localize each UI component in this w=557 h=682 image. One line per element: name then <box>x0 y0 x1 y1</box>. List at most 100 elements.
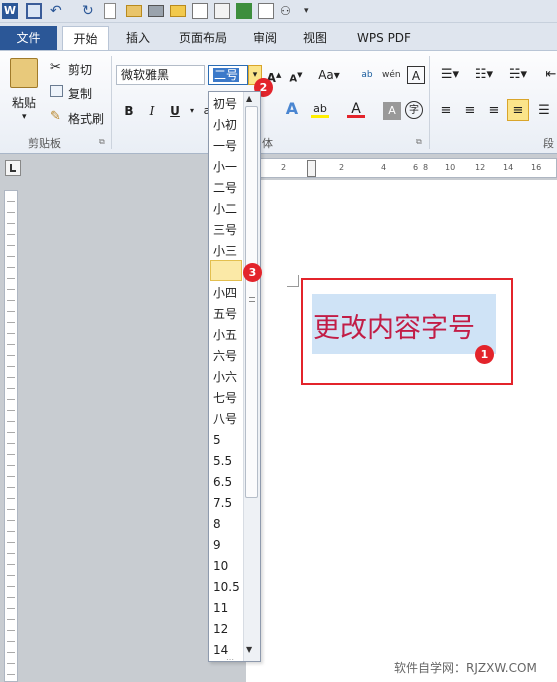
copy-icon[interactable] <box>50 85 63 97</box>
tab-review[interactable]: 审阅 <box>249 26 281 50</box>
font-size-option[interactable]: 小一 <box>213 157 246 177</box>
font-size-option[interactable]: 二号 <box>213 178 246 198</box>
align-center-icon[interactable]: ≡ <box>461 102 479 120</box>
clipboard-group-label: 剪贴板 <box>28 137 61 150</box>
font-size-option[interactable]: 7.5 <box>213 493 246 513</box>
ruler-tick: 6 <box>413 163 419 172</box>
font-size-option[interactable]: 6.5 <box>213 472 246 492</box>
font-size-option[interactable]: 小四 <box>213 283 246 303</box>
justify-icon[interactable]: ≡ <box>507 99 529 121</box>
italic-icon[interactable]: I <box>143 102 161 120</box>
horizontal-ruler[interactable]: 2 2 4 6 8 10 12 14 16 <box>246 158 557 178</box>
tab-insert[interactable]: 插入 <box>120 26 156 50</box>
character-shading-icon[interactable]: A <box>383 102 401 120</box>
tab-file[interactable]: 文件 <box>0 26 57 50</box>
print-preview-icon[interactable] <box>192 3 208 19</box>
font-size-option[interactable]: 11 <box>213 598 246 618</box>
spellcheck-icon[interactable] <box>236 3 252 19</box>
change-case-icon[interactable]: Aa▾ <box>316 66 342 84</box>
paste-dropdown-icon[interactable]: ▾ <box>22 112 27 122</box>
bullets-icon[interactable]: ☰▾ <box>437 66 463 84</box>
resize-grip-icon[interactable]: ⋯ <box>226 655 234 664</box>
highlight-color-icon[interactable]: ab <box>311 100 329 118</box>
scroll-down-icon[interactable]: ▼ <box>246 645 252 654</box>
tab-home[interactable]: 开始 <box>62 26 109 50</box>
tab-wps-pdf[interactable]: WPS PDF <box>350 26 418 50</box>
vertical-ruler[interactable] <box>4 190 18 682</box>
format-painter-icon[interactable]: ✎ <box>50 109 61 124</box>
font-size-option[interactable]: 9 <box>213 535 246 555</box>
clipboard-launcher-icon[interactable]: ⧉ <box>99 137 105 147</box>
document-page[interactable] <box>246 180 557 682</box>
font-size-option[interactable]: 10.5 <box>213 577 246 597</box>
character-border-icon[interactable]: A <box>407 66 425 84</box>
decrease-indent-icon[interactable]: ⇤ <box>542 66 557 84</box>
font-size-option[interactable]: 一号 <box>213 136 246 156</box>
edit-icon[interactable] <box>258 3 274 19</box>
font-color-icon[interactable]: A <box>347 100 365 118</box>
paste-button-label[interactable]: 粘贴 <box>12 94 36 111</box>
folder-icon[interactable] <box>170 5 186 17</box>
tab-selector-icon[interactable] <box>5 160 21 176</box>
undo-icon[interactable]: ↶ <box>50 3 66 19</box>
font-size-option[interactable]: 五号 <box>213 304 246 324</box>
margin-corner-mark <box>287 275 299 287</box>
save-icon[interactable] <box>26 3 42 19</box>
font-size-option[interactable]: 5.5 <box>213 451 246 471</box>
font-size-option[interactable]: 5 <box>213 430 246 450</box>
font-size-option[interactable]: 小三 <box>213 241 246 261</box>
multilevel-list-icon[interactable]: ☵▾ <box>505 66 531 84</box>
tab-view[interactable]: 视图 <box>299 26 331 50</box>
highlighted-option <box>210 260 242 281</box>
font-size-option[interactable]: 小二 <box>213 199 246 219</box>
shrink-font-icon[interactable]: A▼ <box>287 66 305 84</box>
cut-button[interactable]: 剪切 <box>68 61 92 78</box>
watermark: 软件自学网：RJZXW.COM <box>394 661 537 675</box>
tab-page-layout[interactable]: 页面布局 <box>171 26 235 50</box>
font-size-option[interactable]: 八号 <box>213 409 246 429</box>
align-right-icon[interactable]: ≡ <box>485 102 503 120</box>
print-icon[interactable] <box>148 5 164 17</box>
font-size-option[interactable]: 初号 <box>213 94 246 114</box>
copy-button[interactable]: 复制 <box>68 85 92 102</box>
font-size-option[interactable]: 小初 <box>213 115 246 135</box>
annotation-highlight-box <box>301 278 513 385</box>
phonetic-guide-icon[interactable]: wén <box>382 66 401 84</box>
ruler-tick: 16 <box>531 163 542 172</box>
numbering-icon[interactable]: ☷▾ <box>471 66 497 84</box>
attach-icon[interactable] <box>214 3 230 19</box>
paste-icon[interactable] <box>10 58 38 88</box>
cut-icon[interactable]: ✂ <box>50 60 61 75</box>
format-painter-button[interactable]: 格式刷 <box>68 110 104 127</box>
distributed-icon[interactable]: ☰ <box>535 102 553 120</box>
indent-marker-icon[interactable] <box>307 160 316 177</box>
bold-icon[interactable]: B <box>120 102 138 120</box>
font-name-field[interactable]: 微软雅黑 <box>116 65 205 85</box>
font-size-option[interactable]: 三号 <box>213 220 246 240</box>
open-folder-icon[interactable] <box>126 5 142 17</box>
word-app-icon[interactable]: W <box>2 3 18 19</box>
clear-formatting-icon[interactable]: ab <box>358 66 376 84</box>
ruler-tick: 8 <box>423 163 429 172</box>
step-badge-3: 3 <box>243 263 262 282</box>
font-size-option[interactable]: 六号 <box>213 346 246 366</box>
customize-qat-icon[interactable]: ▾ <box>304 3 320 19</box>
font-size-field[interactable]: 二号 <box>208 65 248 85</box>
step-badge-1: 1 <box>475 345 494 364</box>
font-size-option[interactable]: 10 <box>213 556 246 576</box>
align-left-icon[interactable]: ≡ <box>437 102 455 120</box>
scroll-up-icon[interactable]: ▲ <box>246 94 252 103</box>
font-size-option[interactable]: 七号 <box>213 388 246 408</box>
font-size-option[interactable]: 小六 <box>213 367 246 387</box>
underline-icon[interactable]: U <box>166 102 184 120</box>
org-chart-icon[interactable]: ⚇ <box>280 3 296 19</box>
enclose-characters-icon[interactable]: 字 <box>405 101 423 119</box>
redo-icon[interactable]: ↻ <box>82 3 98 19</box>
text-effects-icon[interactable]: A <box>283 100 301 118</box>
new-document-icon[interactable] <box>104 3 116 19</box>
font-size-option[interactable]: 12 <box>213 619 246 639</box>
scrollbar-thumb[interactable] <box>245 106 258 498</box>
font-size-option[interactable]: 8 <box>213 514 246 534</box>
font-size-option[interactable]: 小五 <box>213 325 246 345</box>
font-launcher-icon[interactable]: ⧉ <box>416 137 422 147</box>
